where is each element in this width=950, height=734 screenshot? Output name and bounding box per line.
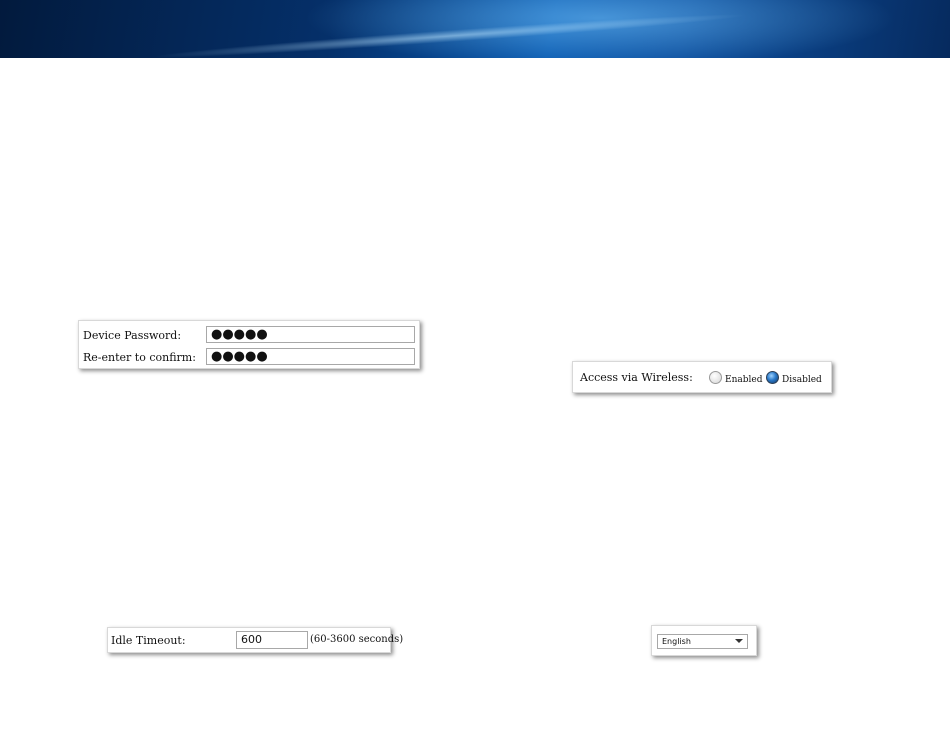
- reenter-password-label: Re-enter to confirm:: [83, 351, 196, 364]
- banner-light-streak: [150, 9, 750, 58]
- disabled-radio-label: Disabled: [782, 375, 822, 385]
- language-select-value: English: [662, 637, 691, 646]
- device-password-input[interactable]: ●●●●●: [206, 326, 415, 343]
- language-panel: English: [651, 625, 757, 656]
- idle-timeout-range-hint: (60-3600 seconds): [310, 634, 404, 645]
- password-panel: Device Password: ●●●●● Re-enter to confi…: [78, 320, 420, 369]
- language-select[interactable]: English: [657, 634, 748, 649]
- idle-timeout-panel: Idle Timeout: 600 (60-3600 seconds): [107, 627, 403, 653]
- device-password-label: Device Password:: [83, 329, 182, 342]
- disabled-radio[interactable]: [766, 371, 779, 384]
- idle-timeout-label: Idle Timeout:: [111, 634, 186, 647]
- reenter-password-input[interactable]: ●●●●●: [206, 348, 415, 365]
- enabled-radio-label: Enabled: [725, 375, 763, 385]
- header-banner: [0, 0, 950, 58]
- idle-timeout-input[interactable]: 600: [236, 631, 308, 649]
- chevron-down-icon: [735, 639, 743, 643]
- wireless-access-panel: Access via Wireless: Enabled Disabled: [572, 361, 832, 393]
- access-via-wireless-label: Access via Wireless:: [580, 371, 693, 384]
- enabled-radio[interactable]: [709, 371, 722, 384]
